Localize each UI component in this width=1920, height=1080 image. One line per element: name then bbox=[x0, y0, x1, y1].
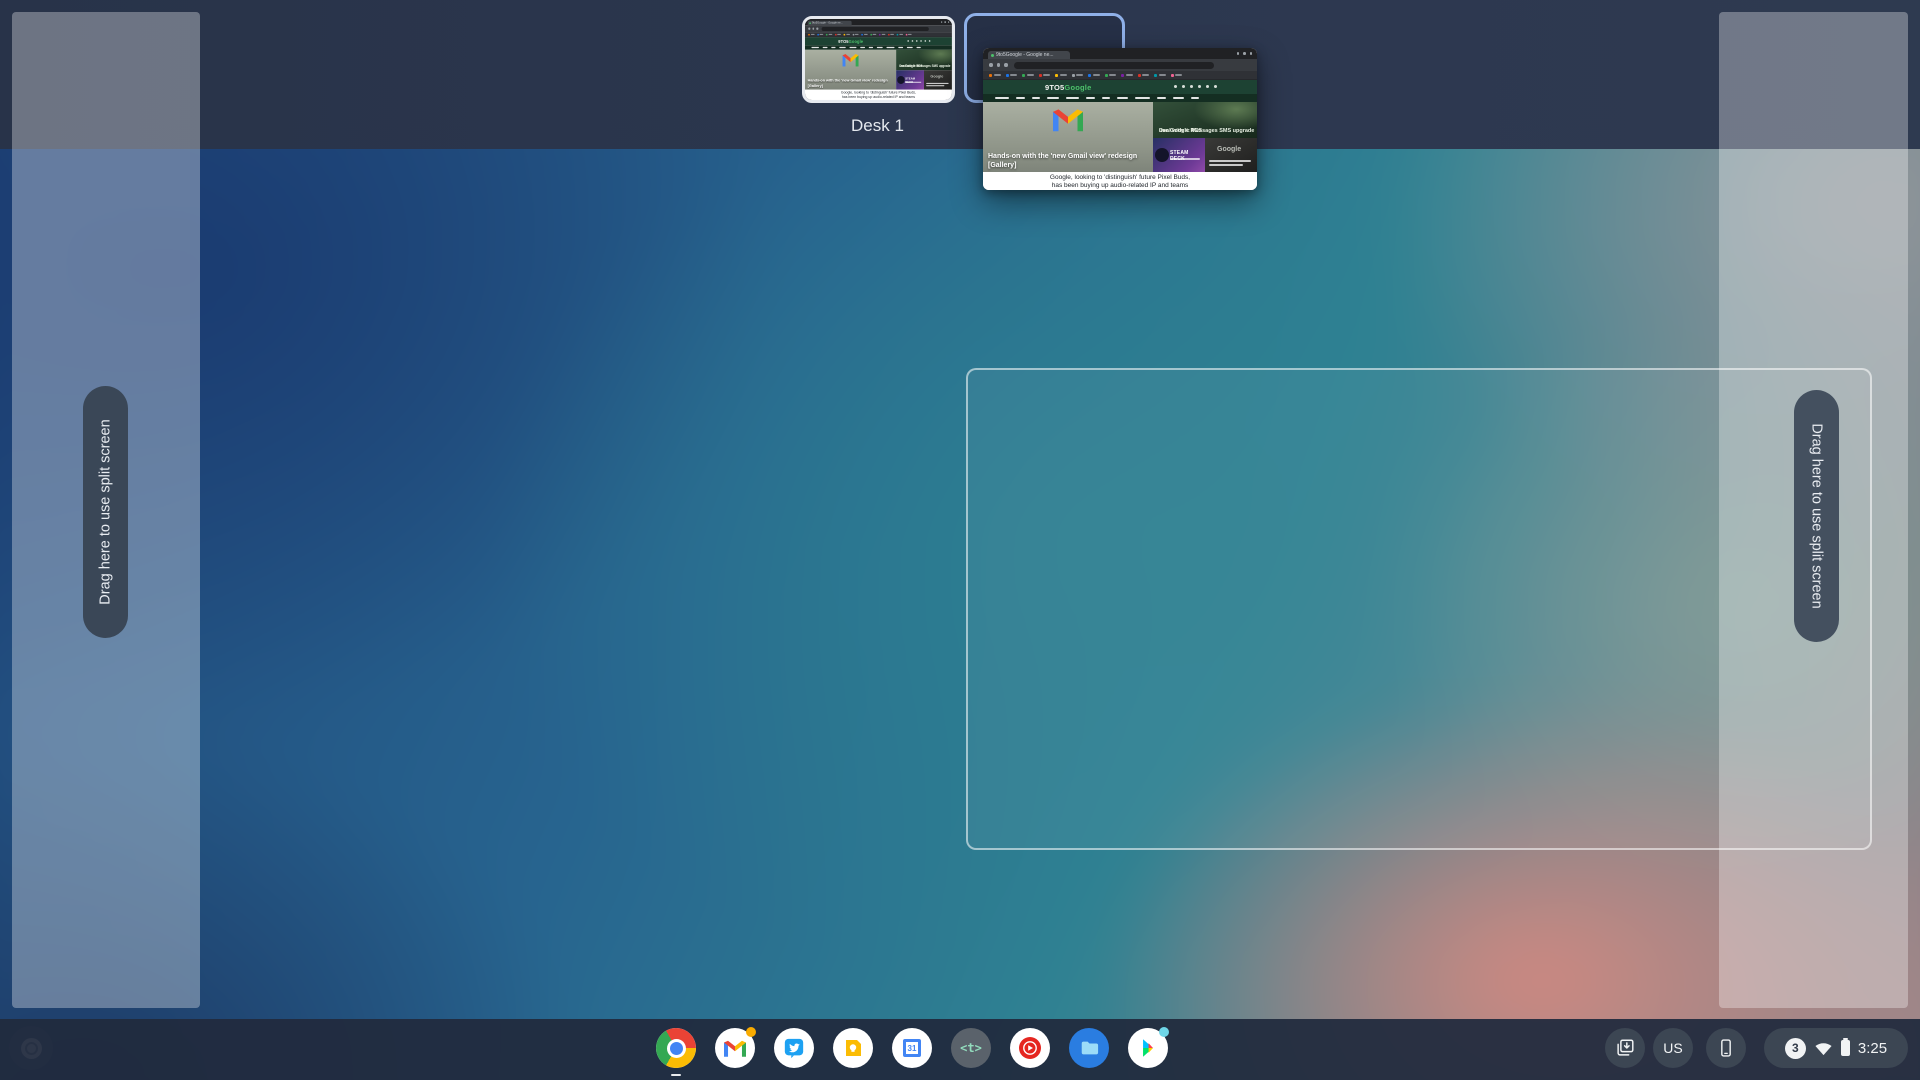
gmail-logo-icon bbox=[843, 53, 859, 67]
shelf-app-play-store[interactable] bbox=[1128, 1028, 1168, 1068]
files-icon bbox=[1079, 1038, 1099, 1058]
youtube-music-icon bbox=[1018, 1036, 1042, 1060]
hero-article: Hands-on with the 'new Gmail view' redes… bbox=[805, 50, 896, 90]
gmail-logo-icon bbox=[1053, 108, 1083, 132]
desk-thumbnail-desk1[interactable]: 9to5Google - Google ne... bbox=[802, 16, 955, 103]
bookmarks-bar[interactable] bbox=[983, 71, 1257, 80]
screen-capture-icon bbox=[1614, 1037, 1636, 1059]
system-tray[interactable]: 3 3:25 bbox=[1764, 1028, 1908, 1068]
clock: 3:25 bbox=[1858, 1040, 1887, 1057]
nav-buttons[interactable] bbox=[989, 63, 1008, 67]
article-tile-messages: Deal with it: Messages SMS upgradeuse Go… bbox=[896, 50, 952, 71]
browser-toolbar bbox=[805, 25, 952, 32]
site-header-icons bbox=[907, 40, 930, 42]
tab-strip: 9to5Google - Google ne... bbox=[983, 48, 1257, 59]
play-store-badge bbox=[1159, 1027, 1169, 1037]
browser-tab[interactable]: 9to5Google - Google ne... bbox=[988, 51, 1070, 59]
tab-title: 9to5Google - Google ne... bbox=[812, 21, 843, 24]
article-tile-steam-deck: STEAM DECK bbox=[1153, 138, 1205, 172]
site-content: Hands-on with the 'new Gmail view' redes… bbox=[983, 102, 1257, 172]
browser-toolbar bbox=[983, 59, 1257, 71]
battery-icon bbox=[1841, 1040, 1850, 1056]
site-favicon-icon bbox=[809, 22, 811, 24]
phone-icon bbox=[1716, 1037, 1736, 1059]
tab-title: 9to5Google - Google ne... bbox=[996, 52, 1054, 58]
shelf-app-files[interactable] bbox=[1069, 1028, 1109, 1068]
svg-text:31: 31 bbox=[908, 1044, 917, 1053]
phone-hub-button[interactable] bbox=[1706, 1028, 1746, 1068]
play-store-icon bbox=[1138, 1037, 1158, 1059]
chrome-running-indicator bbox=[671, 1074, 681, 1077]
keep-icon bbox=[843, 1038, 863, 1058]
site-content: Hands-on with the 'new Gmail view' redes… bbox=[805, 50, 952, 90]
shelf-app-twitter[interactable] bbox=[774, 1028, 814, 1068]
ime-label: US bbox=[1663, 1040, 1682, 1056]
screen-capture-button[interactable] bbox=[1605, 1028, 1645, 1068]
window-controls bbox=[941, 21, 949, 22]
hero-headline: Hands-on with the 'new Gmail view' redes… bbox=[988, 153, 1146, 170]
wifi-icon bbox=[1814, 1040, 1833, 1056]
address-bar[interactable] bbox=[1014, 62, 1214, 69]
address-bar bbox=[821, 27, 928, 31]
shelf-app-row: 31 <t> bbox=[656, 1028, 1168, 1068]
hero-headline: Hands-on with the 'new Gmail view' redes… bbox=[808, 79, 893, 89]
site-header-icons bbox=[1174, 85, 1217, 88]
article-tile-steam-deck: STEAM DECK bbox=[896, 70, 924, 89]
hero-article: Hands-on with the 'new Gmail view' redes… bbox=[983, 102, 1153, 172]
article-tile-messages: Deal with it: Messages SMS upgradeuse Go… bbox=[1153, 102, 1257, 138]
site-header: 9TO5Google bbox=[805, 37, 952, 45]
site-nav bbox=[983, 94, 1257, 102]
article-tile-google: Google bbox=[924, 70, 952, 89]
shelf-app-youtube-music[interactable] bbox=[1010, 1028, 1050, 1068]
news-ticker: Google, looking to 'distinguish' future … bbox=[983, 172, 1257, 190]
twitter-icon bbox=[783, 1037, 805, 1059]
desk1-window-preview: 9to5Google - Google ne... bbox=[805, 19, 952, 100]
notification-badge: 3 bbox=[1785, 1038, 1806, 1059]
shelf-app-keep[interactable] bbox=[833, 1028, 873, 1068]
text-app-glyph: <t> bbox=[960, 1041, 982, 1055]
shelf-app-gmail[interactable] bbox=[715, 1028, 755, 1068]
calendar-icon: 31 bbox=[902, 1038, 922, 1058]
dragged-window[interactable]: 9to5Google - Google ne... 9TO5Google bbox=[983, 48, 1257, 190]
article-tile-google: Google bbox=[1205, 138, 1257, 172]
window-controls[interactable] bbox=[1237, 52, 1253, 55]
drop-target-preview bbox=[966, 368, 1872, 850]
chrome-icon bbox=[656, 1028, 696, 1068]
site-header: 9TO5Google bbox=[983, 80, 1257, 94]
shelf-app-calendar[interactable]: 31 bbox=[892, 1028, 932, 1068]
gmail-icon bbox=[724, 1040, 746, 1057]
news-ticker: Google, looking to 'distinguish' future … bbox=[805, 90, 952, 100]
desk1-label: Desk 1 bbox=[790, 116, 965, 136]
split-hint-pill-left[interactable]: Drag here to use split screen bbox=[83, 386, 128, 638]
shelf-app-text[interactable]: <t> bbox=[951, 1028, 991, 1068]
site-logo: 9TO5Google bbox=[838, 39, 863, 44]
nav-buttons bbox=[808, 28, 818, 30]
shelf-app-chrome[interactable] bbox=[656, 1028, 696, 1068]
site-favicon-icon bbox=[991, 54, 994, 57]
split-hint-text-left: Drag here to use split screen bbox=[98, 419, 114, 604]
gmail-notification-badge bbox=[746, 1027, 756, 1037]
ime-keyboard-button[interactable]: US bbox=[1653, 1028, 1693, 1068]
site-logo: 9TO5Google bbox=[1045, 83, 1091, 92]
